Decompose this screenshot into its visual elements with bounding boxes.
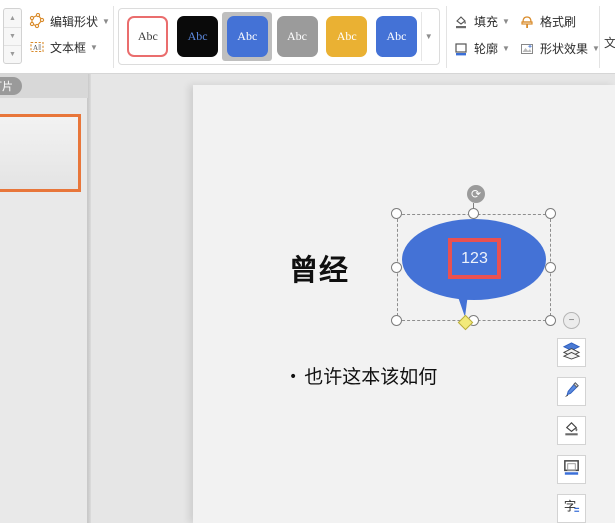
slide-work-area: 曾经 • 也许这本该如何 123 ⟳ − 字 (88, 74, 615, 523)
scroll-down-arrow[interactable]: ▼ (4, 27, 21, 45)
fill-color-button[interactable] (557, 416, 586, 445)
shape-effects-button[interactable]: 形状效果 ▼ (518, 36, 600, 62)
resize-handle-top-center[interactable] (468, 208, 479, 219)
slide-bullet-item[interactable]: • 也许这本该如何 (289, 362, 437, 389)
edit-shape-label: 编辑形状 (50, 14, 99, 29)
collapse-toolbar-button[interactable]: − (563, 312, 580, 329)
style-swatch-label: Abc (187, 29, 208, 43)
chevron-down-icon[interactable]: ▼ (502, 44, 510, 53)
slide-bullet-text: 也许这本该如何 (304, 366, 438, 388)
shape-insert-group: 编辑形状 ▼ A 文本框 ▼ (28, 8, 110, 60)
text-box-button[interactable]: A 文本框 ▼ (28, 34, 110, 60)
format-painter-icon (518, 13, 536, 31)
text-style-button[interactable]: 字 (557, 494, 586, 523)
shape-style-gallery[interactable]: Abc Abc Abc Abc Abc Abc ▼ (118, 8, 440, 65)
selected-shape-group[interactable]: 123 ⟳ (391, 185, 556, 331)
style-swatch-label: Abc (386, 29, 407, 43)
fill-bucket-icon (562, 419, 581, 443)
gallery-more-chevron-down-icon[interactable]: ▼ (421, 12, 435, 61)
outline-button[interactable]: 轮廓 ▼ (452, 36, 510, 62)
ribbon-divider (599, 6, 600, 68)
style-swatch-1[interactable]: Abc (123, 12, 173, 61)
style-swatch-label: Abc (336, 29, 357, 43)
shape-quick-toolbar: − 字 (557, 312, 586, 523)
resize-handle-bottom-right[interactable] (545, 315, 556, 326)
fill-bucket-icon (452, 13, 470, 31)
style-swatch-5[interactable]: Abc (322, 12, 372, 61)
text-character-icon: 字 (562, 497, 581, 521)
style-swatch-2[interactable]: Abc (173, 12, 223, 61)
chevron-down-icon[interactable]: ▼ (90, 43, 98, 52)
resize-handle-top-left[interactable] (391, 208, 402, 219)
style-swatch-4[interactable]: Abc (272, 12, 322, 61)
style-swatch-6[interactable]: Abc (372, 12, 422, 61)
style-brush-button[interactable] (557, 377, 586, 406)
layers-icon (562, 341, 581, 365)
slide-thumbnail-1[interactable] (0, 114, 81, 192)
style-swatch-label: Abc (287, 29, 308, 43)
shape-format-group: 填充 ▼ 格式刷 轮廓 ▼ 形状效果 ▼ (452, 8, 608, 62)
resize-handle-middle-right[interactable] (545, 262, 556, 273)
fill-label: 填充 (474, 15, 499, 29)
slide-navigator-panel: 订片 (0, 74, 88, 523)
resize-handle-middle-left[interactable] (391, 262, 402, 273)
rotate-handle[interactable]: ⟳ (467, 185, 485, 203)
style-swatch-3-selected[interactable]: Abc (222, 12, 273, 61)
outline-label: 轮廓 (474, 42, 499, 56)
style-swatch-label: Abc (137, 29, 158, 43)
slide-title-text[interactable]: 曾经 (289, 247, 349, 289)
format-painter-label: 格式刷 (539, 15, 576, 29)
ribbon-divider (113, 6, 114, 68)
presentation-editor-window: ▲ ▼ ▼ 编辑形状 ▼ A 文本框 ▼ Abc Abc Abc Abc Abc… (0, 0, 615, 523)
gallery-scroll-spinner[interactable]: ▲ ▼ ▼ (3, 8, 22, 64)
scroll-up-arrow[interactable]: ▲ (4, 9, 21, 27)
tab-slides[interactable]: 订片 (0, 77, 22, 95)
shape-outline-button[interactable] (557, 455, 586, 484)
paint-brush-icon (562, 380, 581, 404)
scroll-more-arrow[interactable]: ▼ (4, 45, 21, 63)
shape-effects-label: 形状效果 (539, 42, 588, 56)
panel-tab-bar: 订片 (0, 74, 88, 98)
resize-handle-bottom-left[interactable] (391, 315, 402, 326)
resize-handle-top-right[interactable] (545, 208, 556, 219)
outline-frame-icon (562, 458, 581, 482)
chevron-down-icon[interactable]: ▼ (502, 17, 510, 26)
edit-shape-icon (28, 12, 46, 30)
style-swatch-label: Abc (237, 29, 258, 43)
panel-divider (88, 74, 91, 523)
selection-bounding-box (397, 214, 551, 321)
text-box-label: 文本框 (50, 40, 87, 55)
bullet-marker: • (289, 369, 298, 385)
text-box-icon: A (28, 38, 46, 56)
shape-effects-icon (518, 40, 536, 58)
svg-text:A: A (33, 44, 38, 52)
ribbon-divider (446, 6, 447, 68)
edit-shape-button[interactable]: 编辑形状 ▼ (28, 8, 110, 34)
clipped-edge-label[interactable]: 文 (604, 34, 615, 51)
ribbon-toolbar: ▲ ▼ ▼ 编辑形状 ▼ A 文本框 ▼ Abc Abc Abc Abc Abc… (0, 0, 615, 74)
chevron-down-icon[interactable]: ▼ (102, 17, 110, 26)
fill-button[interactable]: 填充 ▼ (452, 9, 510, 35)
format-painter-button[interactable]: 格式刷 (518, 9, 576, 35)
arrange-layers-button[interactable] (557, 338, 586, 367)
shape-outline-icon (452, 40, 470, 58)
slide-canvas[interactable]: 曾经 • 也许这本该如何 123 ⟳ (193, 85, 615, 523)
